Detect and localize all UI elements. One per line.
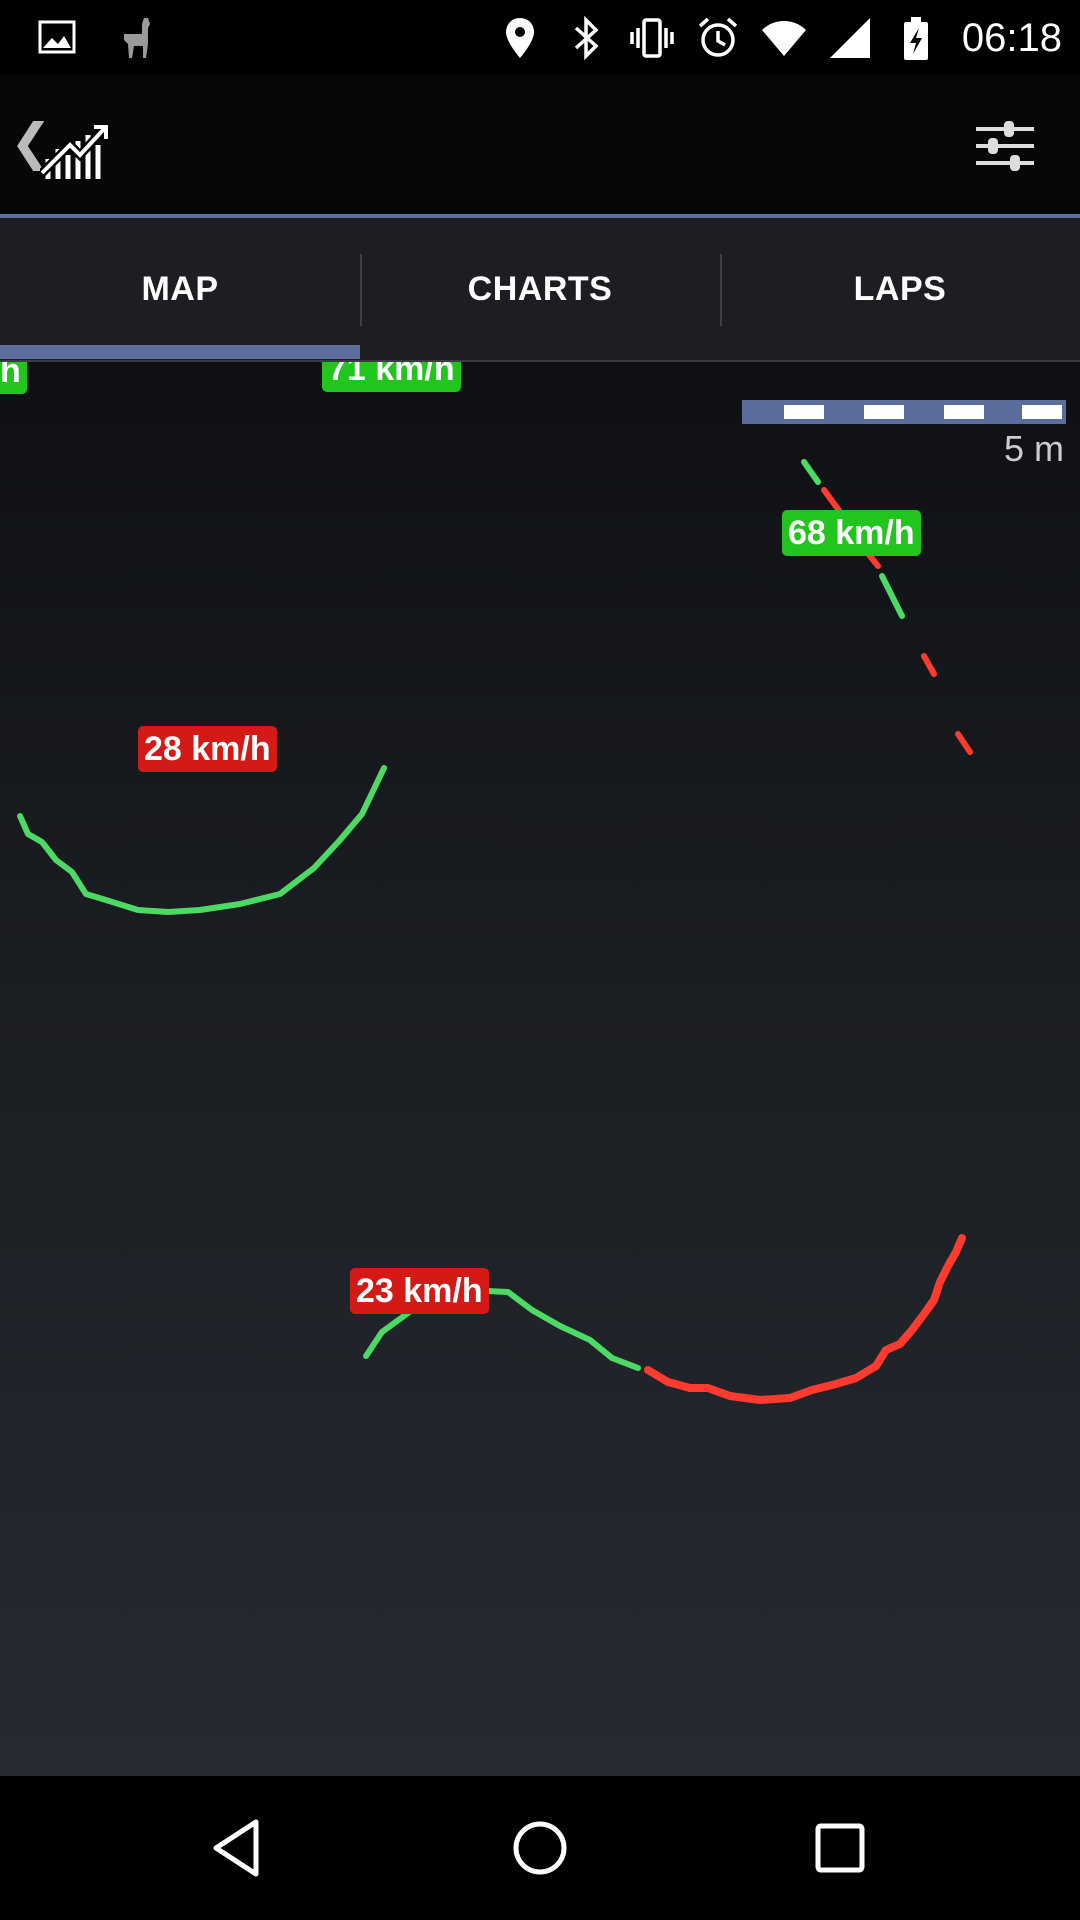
tab-indicator [0, 345, 360, 359]
map-view[interactable]: h 71 km/h 68 km/h 28 km/h 23 km/h 5 m [0, 362, 1080, 1776]
status-time: 06:18 [961, 15, 1062, 60]
track-segment [801, 459, 821, 485]
tab-laps[interactable]: LAPS [720, 218, 1080, 360]
speed-label: 23 km/h [350, 1268, 489, 1314]
image-icon [38, 20, 76, 54]
track-segment [17, 765, 387, 915]
speed-label: 71 km/h [322, 362, 461, 392]
vibrate-icon [630, 18, 674, 58]
location-icon [505, 18, 534, 58]
track-segment [921, 653, 937, 677]
home-circle-icon[interactable] [504, 1812, 576, 1884]
battery-charging-icon [903, 17, 928, 60]
map-scale-bar [742, 400, 1066, 424]
track-segment [644, 1234, 966, 1404]
bluetooth-icon [574, 15, 599, 61]
alarm-icon [698, 17, 738, 57]
tab-bar: MAP CHARTS LAPS [0, 218, 1080, 362]
track-paths [17, 459, 973, 1404]
map-scale-label: 5 m [1003, 428, 1064, 469]
llama-icon [124, 18, 150, 58]
speed-label: 68 km/h [782, 510, 921, 556]
speed-label: h [0, 362, 27, 394]
speed-label: 28 km/h [138, 726, 277, 772]
signal-icon [829, 18, 870, 58]
tab-charts[interactable]: CHARTS [360, 218, 720, 360]
wifi-icon [761, 21, 806, 56]
track-segment [955, 731, 973, 755]
track-segment [879, 573, 905, 619]
status-bar: 06:18 [0, 0, 1080, 75]
app-bar: ❮ [0, 75, 1080, 215]
chart-logo-icon[interactable] [40, 115, 110, 185]
recents-square-icon[interactable] [804, 1812, 876, 1884]
sliders-icon[interactable] [974, 115, 1036, 177]
tab-map[interactable]: MAP [0, 218, 360, 360]
back-triangle-icon[interactable] [204, 1812, 276, 1884]
navigation-bar [0, 1776, 1080, 1920]
